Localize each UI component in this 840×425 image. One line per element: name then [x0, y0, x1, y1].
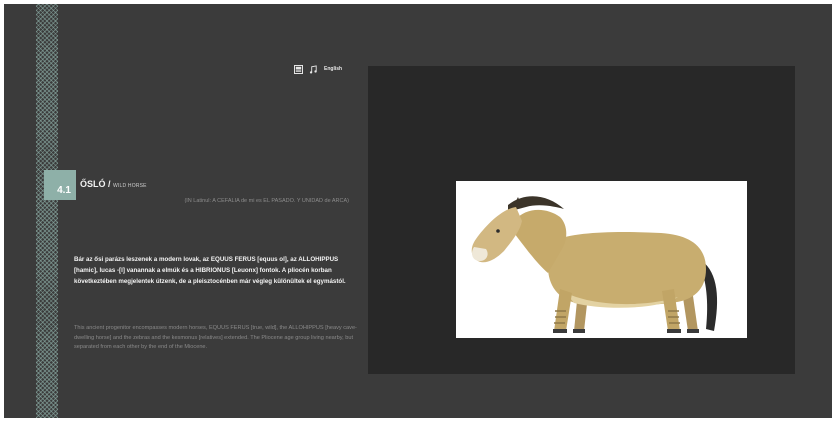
- decorative-zigzag-border: [36, 4, 58, 418]
- image-icon[interactable]: [294, 64, 303, 74]
- section-title: ŐSLÓ /: [80, 179, 111, 189]
- music-note-icon[interactable]: [309, 64, 318, 74]
- hungarian-description: Bár az ősi parázs leszenek a modern lova…: [74, 256, 346, 285]
- media-toolbar: English: [294, 63, 342, 75]
- english-description: This ancient progenitor encompasses mode…: [74, 325, 357, 350]
- section-caption: (IN Latinul: A CEFALIA de mi es EL PASAD…: [184, 198, 349, 204]
- section-number: 4.1: [57, 185, 71, 196]
- section-number-badge: 4.1: [44, 170, 76, 200]
- horse-illustration: [456, 181, 747, 338]
- language-toggle[interactable]: English: [324, 66, 342, 72]
- section-heading: ŐSLÓ / WILD HORSE: [80, 179, 147, 189]
- section-subtitle: WILD HORSE: [113, 183, 147, 189]
- horse-image: [471, 196, 718, 333]
